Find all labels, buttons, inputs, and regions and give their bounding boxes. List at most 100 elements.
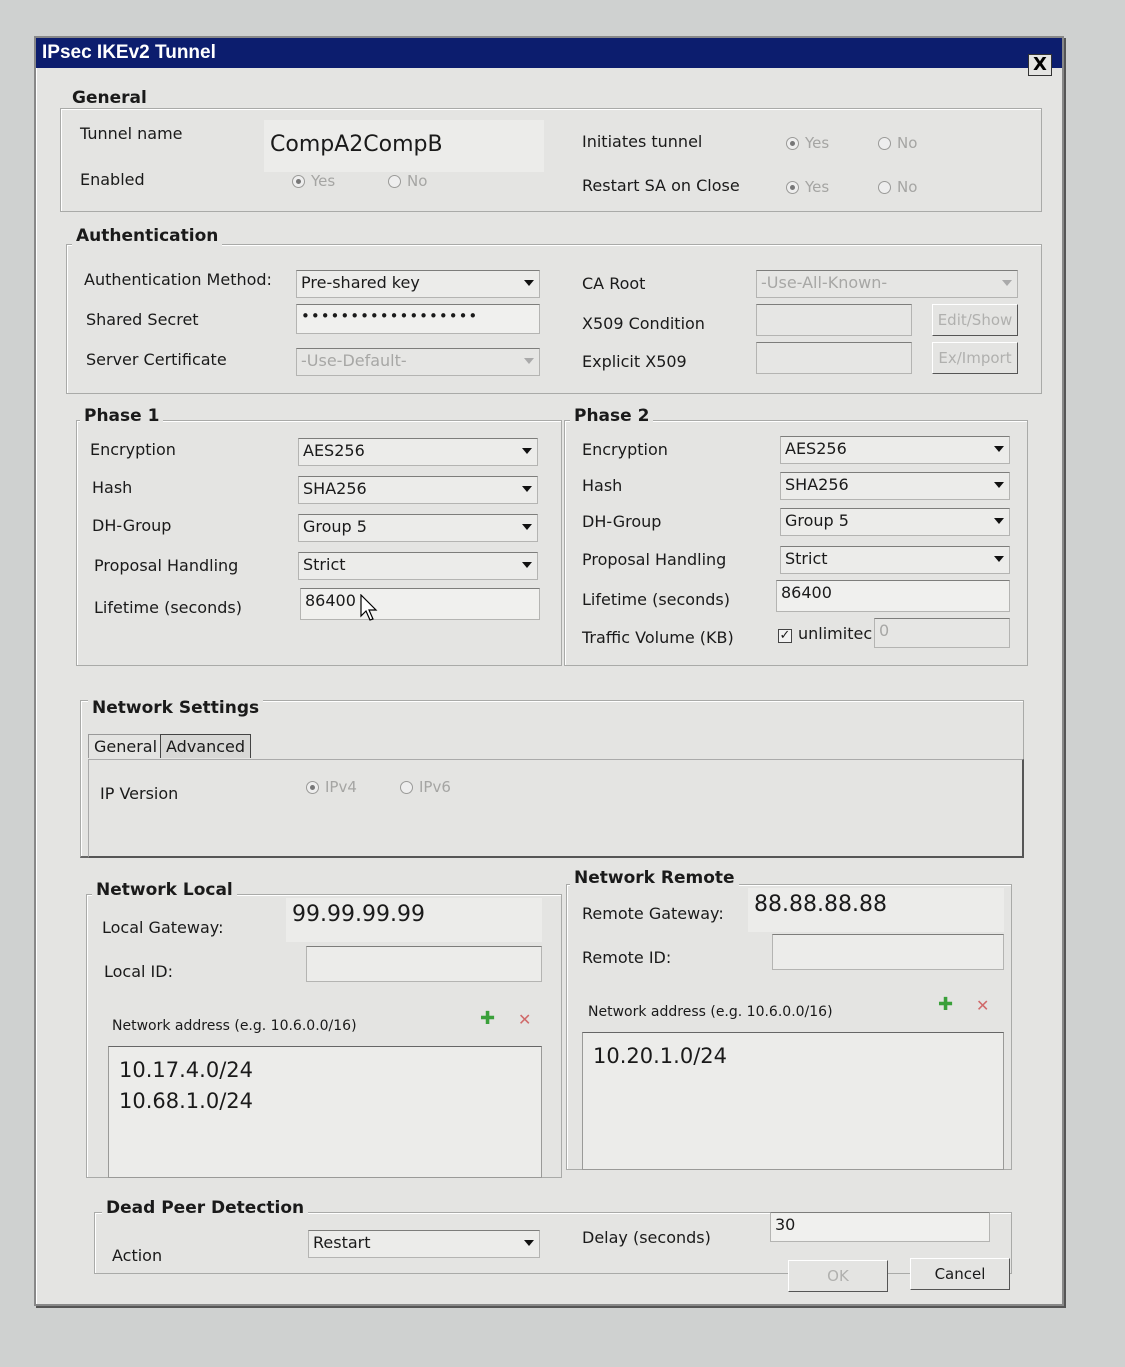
tab-general[interactable]: General xyxy=(88,734,164,758)
radio-selected-icon xyxy=(786,137,799,150)
p1-proposal-select[interactable]: Strict xyxy=(298,552,538,580)
traffic-volume-label: Traffic Volume (KB) xyxy=(582,628,734,647)
chevron-down-icon xyxy=(522,562,532,568)
ip-version-label: IP Version xyxy=(100,784,179,803)
title-bar: IPsec IKEv2 Tunnel xyxy=(36,38,1062,68)
tunnel-name-label: Tunnel name xyxy=(80,124,183,143)
server-certificate-select[interactable]: -Use-Default- xyxy=(296,348,540,376)
chevron-down-icon xyxy=(522,524,532,530)
local-gateway-label: Local Gateway: xyxy=(102,918,224,937)
auth-method-select[interactable]: Pre-shared key xyxy=(296,270,540,298)
network-local-legend: Network Local xyxy=(92,880,237,900)
close-button[interactable]: X xyxy=(1028,54,1052,76)
local-gateway-input[interactable]: 99.99.99.99 xyxy=(286,898,542,942)
local-network-list[interactable]: 10.17.4.0/24 10.68.1.0/24 xyxy=(108,1046,542,1178)
ipv4-radio[interactable]: IPv4 xyxy=(306,778,357,796)
auth-method-label: Authentication Method: xyxy=(84,270,272,289)
chevron-down-icon xyxy=(1002,280,1012,286)
chevron-down-icon xyxy=(524,358,534,364)
local-id-label: Local ID: xyxy=(104,962,173,981)
dpd-action-select[interactable]: Restart xyxy=(308,1230,540,1258)
p2-dh-group-select[interactable]: Group 5 xyxy=(780,508,1010,536)
ca-root-label: CA Root xyxy=(582,274,646,293)
window-title: IPsec IKEv2 Tunnel xyxy=(42,42,216,63)
p1-hash-select[interactable]: SHA256 xyxy=(298,476,538,504)
dpd-legend: Dead Peer Detection xyxy=(102,1198,309,1218)
chevron-down-icon xyxy=(994,446,1004,452)
radio-selected-icon xyxy=(306,781,319,794)
cancel-button[interactable]: Cancel xyxy=(910,1258,1010,1290)
p2-lifetime-label: Lifetime (seconds) xyxy=(582,590,730,609)
phase1-legend: Phase 1 xyxy=(80,406,164,426)
explicit-x509-input[interactable] xyxy=(756,342,912,374)
p2-hash-select[interactable]: SHA256 xyxy=(780,472,1010,500)
restart-no-radio[interactable]: No xyxy=(878,178,917,196)
ca-root-select[interactable]: -Use-All-Known- xyxy=(756,270,1018,298)
local-id-input[interactable] xyxy=(306,946,542,982)
shared-secret-input[interactable]: •••••••••••••••••• xyxy=(296,304,540,334)
remote-network-list[interactable]: 10.20.1.0/24 xyxy=(582,1032,1004,1170)
explicit-x509-label: Explicit X509 xyxy=(582,352,687,371)
list-item[interactable]: 10.17.4.0/24 xyxy=(119,1055,531,1086)
network-remote-legend: Network Remote xyxy=(570,868,739,888)
general-legend: General xyxy=(68,88,151,108)
authentication-legend: Authentication xyxy=(72,226,223,246)
tab-advanced[interactable]: Advanced xyxy=(160,734,252,758)
shared-secret-label: Shared Secret xyxy=(86,310,199,329)
server-certificate-label: Server Certificate xyxy=(86,350,227,369)
p1-encryption-label: Encryption xyxy=(90,440,176,459)
unlimited-checkbox[interactable]: ✓ unlimitec xyxy=(778,624,872,643)
edit-show-button[interactable]: Edit/Show xyxy=(932,304,1018,336)
remote-network-list-header: Network address (e.g. 10.6.0.0/16) xyxy=(588,1004,833,1020)
p1-encryption-select[interactable]: AES256 xyxy=(298,438,538,466)
p2-lifetime-input[interactable]: 86400 xyxy=(776,580,1010,612)
enabled-yes-radio[interactable]: Yes xyxy=(292,172,335,190)
radio-selected-icon xyxy=(786,181,799,194)
p1-lifetime-input[interactable]: 86400 xyxy=(300,588,540,620)
p1-lifetime-label: Lifetime (seconds) xyxy=(94,598,242,617)
dpd-delay-input[interactable]: 30 xyxy=(770,1212,990,1242)
remote-id-label: Remote ID: xyxy=(582,948,672,967)
ipv6-radio[interactable]: IPv6 xyxy=(400,778,451,796)
remote-gateway-label: Remote Gateway: xyxy=(582,904,724,923)
x509-condition-label: X509 Condition xyxy=(582,314,705,333)
x-icon[interactable]: ✕ xyxy=(976,996,989,1015)
local-network-list-header: Network address (e.g. 10.6.0.0/16) xyxy=(112,1018,357,1034)
p2-encryption-select[interactable]: AES256 xyxy=(780,436,1010,464)
p2-encryption-label: Encryption xyxy=(582,440,668,459)
chevron-down-icon xyxy=(522,448,532,454)
restart-yes-radio[interactable]: Yes xyxy=(786,178,829,196)
list-item[interactable]: 10.68.1.0/24 xyxy=(119,1086,531,1117)
plus-icon[interactable]: ✚ xyxy=(938,994,953,1015)
x-icon[interactable]: ✕ xyxy=(518,1010,531,1029)
remote-gateway-input[interactable]: 88.88.88.88 xyxy=(748,888,1004,932)
radio-selected-icon xyxy=(292,175,305,188)
ipsec-dialog: IPsec IKEv2 Tunnel X General Tunnel name… xyxy=(34,36,1064,1306)
chevron-down-icon xyxy=(994,518,1004,524)
initiates-no-radio[interactable]: No xyxy=(878,134,917,152)
ex-import-button[interactable]: Ex/Import xyxy=(932,342,1018,374)
p1-dh-group-select[interactable]: Group 5 xyxy=(298,514,538,542)
plus-icon[interactable]: ✚ xyxy=(480,1008,495,1029)
traffic-volume-input[interactable]: 0 xyxy=(874,618,1010,648)
p2-proposal-select[interactable]: Strict xyxy=(780,546,1010,574)
radio-unselected-icon xyxy=(878,181,891,194)
enabled-no-radio[interactable]: No xyxy=(388,172,427,190)
radio-unselected-icon xyxy=(400,781,413,794)
chevron-down-icon xyxy=(994,482,1004,488)
radio-unselected-icon xyxy=(388,175,401,188)
general-group xyxy=(60,108,1042,212)
p1-dh-group-label: DH-Group xyxy=(92,516,172,535)
initiates-yes-radio[interactable]: Yes xyxy=(786,134,829,152)
ok-button[interactable]: OK xyxy=(788,1260,888,1292)
p1-hash-label: Hash xyxy=(92,478,133,497)
chevron-down-icon xyxy=(524,1240,534,1246)
tunnel-name-input[interactable]: CompA2CompB xyxy=(264,120,544,172)
remote-id-input[interactable] xyxy=(772,934,1004,970)
x509-condition-input[interactable] xyxy=(756,304,912,336)
list-item[interactable]: 10.20.1.0/24 xyxy=(593,1041,993,1072)
radio-unselected-icon xyxy=(878,137,891,150)
p2-hash-label: Hash xyxy=(582,476,623,495)
dpd-action-label: Action xyxy=(112,1246,163,1265)
tab-panel xyxy=(88,759,1024,858)
